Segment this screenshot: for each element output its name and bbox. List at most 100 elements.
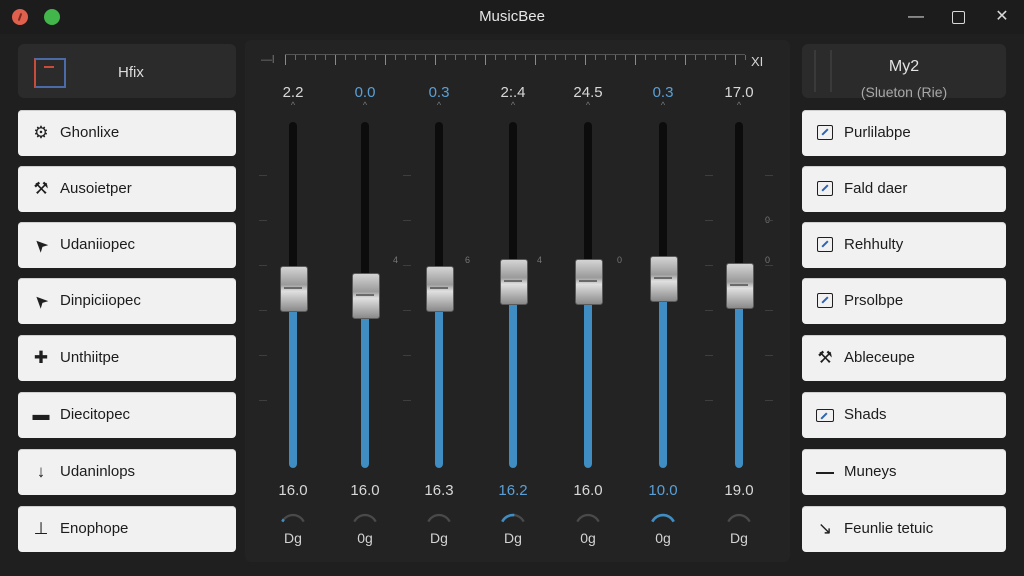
fader-knob[interactable] [426,266,454,312]
right-item[interactable]: Shads [802,392,1006,438]
ruler-tick [515,55,516,60]
scale-label: 0 [617,255,623,265]
scale-dash [403,220,411,221]
hammer-icon: ⚒ [33,179,49,198]
caret-icon: ^ [585,100,591,110]
channel-unit: Dg [430,530,448,546]
close-button[interactable]: ✕ [990,6,1014,28]
right-panel: My2 (Slueton (Rie) Purlilabpe Fald daer Re… [800,40,1010,562]
left-header-title: Hfix [118,64,144,81]
right-item[interactable]: Rehhulty [802,222,1006,268]
ruler-tick [735,55,736,65]
minimize-icon: — [908,8,924,25]
ruler-tick [575,55,576,60]
ruler-tick [315,55,316,60]
ruler-tick [525,55,526,60]
ruler-tick [665,55,666,60]
scale-label: 6 [465,255,471,265]
right-item[interactable]: Fald daer [802,166,1006,212]
left-item[interactable]: ➤ Udaniiopec [18,222,236,268]
minus-icon: ▬ [32,405,50,424]
channel-bottom-value: 16.2 [498,482,528,499]
scale-dash [403,310,411,311]
minimize-button[interactable]: — [904,6,928,28]
left-item-label: Ausoietper [60,180,132,197]
scale-dash [705,400,713,401]
ruler-tick [505,55,506,60]
channel-bottom-value: 10.0 [648,482,678,499]
left-item[interactable]: ⊥ Enophope [18,506,236,552]
right-item-label: Ableceupe [844,349,915,366]
scale-dash [403,400,411,401]
scale-dash [765,355,773,356]
right-item[interactable]: Muneys [802,449,1006,495]
pin-icon: ⊥ [33,519,49,538]
ruler-tick [595,55,596,60]
left-item[interactable]: ✚ Unthiitpe [18,335,236,381]
channel-bottom-value: 16.3 [424,482,454,499]
left-item[interactable]: ⚙ Ghonlixe [18,110,236,156]
left-item-label: Unthiitpe [60,349,120,366]
left-item[interactable]: ↓ Udaninlops [18,449,236,495]
channel-bottom-value: 16.0 [350,482,380,499]
right-item[interactable]: ↘ Feunlie tetuic [802,506,1006,552]
scale-dash [403,355,411,356]
right-item-label: Purlilabpe [844,124,911,141]
fader-knob[interactable] [650,256,678,302]
scale-label: 4 [537,255,543,265]
right-item-label: Rehhulty [844,236,904,253]
caret-icon: ^ [290,100,296,110]
fader-fill [361,295,369,468]
ruler-tick [415,55,416,60]
scale-dash [259,175,267,176]
app-logo-icon [34,58,66,88]
ruler-tick [695,55,696,60]
ruler-tick [455,55,456,60]
channel-unit: 0g [580,530,596,546]
left-item[interactable]: ➤ Dinpiciiopec [18,278,236,324]
fader-knob[interactable] [352,273,380,319]
caret-icon: ^ [436,100,442,110]
right-item[interactable]: ⚒ Ableceupe [802,335,1006,381]
fader-knob[interactable] [575,259,603,305]
title-bar: MusicBee — ✕ [0,0,1024,34]
channel-top-value: 2.2 [282,84,304,101]
ruler-tick [555,55,556,60]
mixer-panel: —l XI 2.2 ^ 16.0 Dg 0.0 ^ 16.0 0g 0.3 ^ 16.3 Dg 2:.4… [245,40,790,562]
right-item-label: Prsolbpe [844,292,904,309]
left-item-label: Ghonlixe [60,124,120,141]
left-item-label: Enophope [60,520,129,537]
ruler-tick [545,55,546,60]
channel-top-value: 24.5 [573,84,603,101]
fader-knob[interactable] [500,259,528,305]
left-item[interactable]: ▬ Diecitopec [18,392,236,438]
right-item[interactable]: Purlilabpe [802,110,1006,156]
ruler-tick [635,55,636,65]
left-item[interactable]: ⚒ Ausoietper [18,166,236,212]
right-item-label: Fald daer [844,180,908,197]
maximize-icon [951,11,965,24]
maximize-button[interactable] [946,6,970,28]
ruler-tick [615,55,616,60]
ruler-tick [715,55,716,60]
channel-unit: Dg [730,530,748,546]
channel-unit: 0g [357,530,373,546]
ruler-tick [585,55,586,65]
left-item-label: Udaniiopec [60,236,136,253]
fader-knob[interactable] [280,266,308,312]
ruler-tick [625,55,626,60]
caret-icon: ^ [510,100,516,110]
fader-knob[interactable] [726,263,754,309]
ruler-tick [375,55,376,60]
timeline-ruler[interactable] [285,54,746,69]
fader-fill [289,288,297,468]
scale-dash [403,265,411,266]
ruler-end-marker[interactable]: XI [751,54,763,69]
arrow-down-icon: ↓ [36,462,46,481]
scale-label: 4 [393,255,399,265]
ruler-tick [495,55,496,60]
scale-dash [765,220,773,221]
scale-dash [259,220,267,221]
ruler-tick [405,55,406,60]
right-item[interactable]: Prsolbpe [802,278,1006,324]
